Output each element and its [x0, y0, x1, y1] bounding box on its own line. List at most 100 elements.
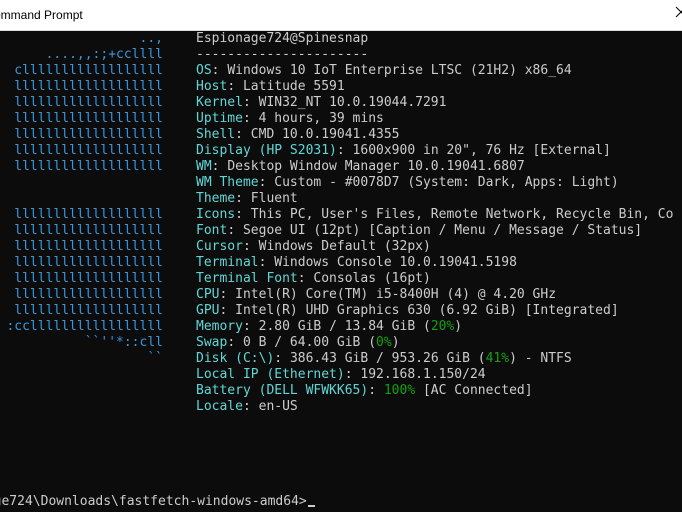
info-value: Consolas (16pt)	[313, 271, 431, 286]
info-separator: :	[227, 79, 243, 94]
info-row: OS: Windows 10 IoT Enterprise LTSC (21H2…	[196, 63, 572, 79]
info-separator: :	[227, 335, 243, 350]
info-value: 2.80 GiB / 13.84 GiB (	[258, 319, 431, 334]
logo-line: lllllllllllllllllll	[14, 239, 163, 254]
info-separator: :	[258, 255, 275, 270]
info-separator: :	[297, 271, 314, 286]
info-row: Swap: 0 B / 64.00 GiB (0%)	[196, 335, 400, 351]
info-value-suffix: )	[454, 319, 463, 334]
info-key: Local IP (Ethernet)	[196, 367, 345, 382]
logo-line: ``	[147, 351, 163, 366]
header-separator: ----------------------	[196, 47, 369, 62]
info-value: Intel(R) UHD Graphics 630 (6.92 GiB) [In…	[235, 303, 619, 318]
info-value: 386.43 GiB / 953.26 GiB (	[289, 351, 486, 366]
info-key: Terminal	[196, 255, 259, 270]
info-value: 1600x900 in 20", 76 Hz [External]	[352, 143, 611, 158]
info-value: Fluent	[250, 191, 298, 206]
info-separator: :	[274, 351, 290, 366]
info-row: Memory: 2.80 GiB / 13.84 GiB (20%)	[196, 319, 462, 335]
info-row: GPU: Intel(R) UHD Graphics 630 (6.92 GiB…	[196, 303, 619, 319]
info-key: Uptime	[196, 111, 243, 126]
info-key: Terminal Font	[196, 271, 298, 286]
title-bar[interactable]: ommand Prompt	[0, 0, 682, 31]
info-separator: :	[242, 319, 259, 334]
info-row: Disk (C:\): 386.43 GiB / 953.26 GiB (41%…	[196, 351, 572, 367]
info-separator: :	[235, 191, 251, 206]
info-row: Terminal: Windows Console 10.0.19041.519…	[196, 255, 517, 271]
info-row: Battery (DELL WFWKK65): 100% [AC Connect…	[196, 383, 533, 399]
logo-line: lllllllllllllllllll	[14, 303, 163, 318]
info-row: Uptime: 4 hours, 39 mins	[196, 111, 384, 127]
info-value: 0 B / 64.00 GiB (	[242, 335, 377, 350]
info-value: Windows 10 IoT Enterprise LTSC (21H2) x8…	[227, 63, 572, 78]
info-value: This PC, User's Files, Remote Network, R…	[250, 207, 674, 222]
info-key: Icons	[196, 207, 236, 222]
info-value: Windows Console 10.0.19041.5198	[274, 255, 517, 270]
info-row: Host: Latitude 5591	[196, 79, 345, 95]
info-percent: 41%	[485, 351, 510, 366]
close-icon[interactable]	[674, 5, 682, 19]
info-key: Kernel	[196, 95, 243, 110]
command-prompt-window: ommand Prompt .., ....,,:;+ccllll clllllll…	[0, 0, 682, 512]
info-row: WM: Desktop Window Manager 10.0.19041.68…	[196, 159, 525, 175]
info-key: Cursor	[196, 239, 243, 254]
info-separator: :	[258, 175, 275, 190]
logo-line: lllllllllllllllllll	[14, 127, 163, 142]
info-separator: :	[242, 399, 259, 414]
logo-line: :cclllllllllllllllll	[6, 319, 163, 334]
prompt-path: nage724\Downloads\fastfetch-windows-amd6…	[0, 494, 307, 509]
info-value-suffix: [AC Connected]	[415, 383, 533, 398]
info-row: WM Theme: Custom - #0078D7 (System: Dark…	[196, 175, 619, 191]
logo-line: lllllllllllllllllll	[14, 159, 163, 174]
console-output[interactable]: .., ....,,:;+ccllll cllllllllllllllllll lll…	[0, 31, 682, 512]
logo-line: lllllllllllllllllll	[14, 95, 163, 110]
info-key: GPU	[196, 303, 220, 318]
logo-line: lllllllllllllllllll	[14, 79, 163, 94]
info-key: Host	[196, 79, 228, 94]
info-key: Disk (C:\)	[196, 351, 275, 366]
info-row: Display (HP S2031): 1600x900 in 20", 76 …	[196, 143, 611, 159]
logo-line: lllllllllllllllllll	[14, 287, 163, 302]
info-row: Cursor: Windows Default (32px)	[196, 239, 431, 255]
logo-line: lllllllllllllllllll	[14, 143, 163, 158]
info-separator: :	[211, 63, 228, 78]
info-value: Custom - #0078D7 (System: Dark, Apps: Li…	[274, 175, 619, 190]
info-value-suffix: ) - NTFS	[509, 351, 572, 366]
info-separator: :	[242, 111, 259, 126]
info-key: Locale	[196, 399, 243, 414]
info-value: Desktop Window Manager 10.0.19041.6807	[227, 159, 525, 174]
logo-line: ....,,:;+ccllll	[45, 47, 163, 62]
info-row: Local IP (Ethernet): 192.168.1.150/24	[196, 367, 486, 383]
info-separator: :	[211, 159, 228, 174]
info-separator: :	[235, 207, 251, 222]
command-prompt-line[interactable]: nage724\Downloads\fastfetch-windows-amd6…	[0, 494, 315, 510]
info-separator: :	[368, 383, 384, 398]
logo-line: lllllllllllllllllll	[14, 271, 163, 286]
info-row: CPU: Intel(R) Core(TM) i5-8400H (4) @ 4.…	[196, 287, 556, 303]
info-value: 192.168.1.150/24	[360, 367, 486, 382]
logo-line: ..,	[139, 31, 163, 46]
info-percent: 100%	[383, 383, 416, 398]
info-row: Terminal Font: Consolas (16pt)	[196, 271, 431, 287]
info-key: Theme	[196, 191, 236, 206]
info-percent: 20%	[430, 319, 455, 334]
info-separator: :	[336, 143, 353, 158]
info-value: Latitude 5591	[242, 79, 345, 94]
info-key: Display (HP S2031)	[196, 143, 337, 158]
info-value: CMD 10.0.19041.4355	[250, 127, 400, 142]
info-separator: :	[227, 223, 243, 238]
logo-line: lllllllllllllllllll	[14, 111, 163, 126]
info-row: Shell: CMD 10.0.19041.4355	[196, 127, 400, 143]
logo-line: lllllllllllllllllll	[14, 255, 163, 270]
logo-line: lllllllllllllllllll	[14, 223, 163, 238]
info-row: Font: Segoe UI (12pt) [Caption / Menu / …	[196, 223, 642, 239]
system-info: Espionage724@Spinesnap -----------------…	[196, 31, 682, 414]
info-key: Memory	[196, 319, 243, 334]
info-key: WM Theme	[196, 175, 259, 190]
user-host-header: Espionage724@Spinesnap	[196, 31, 369, 46]
info-value: en-US	[258, 399, 298, 414]
info-separator: :	[242, 95, 259, 110]
info-value: Intel(R) Core(TM) i5-8400H (4) @ 4.20 GH…	[235, 287, 557, 302]
info-row: Locale: en-US	[196, 399, 298, 415]
info-value: Segoe UI (12pt) [Caption / Menu / Messag…	[242, 223, 643, 238]
